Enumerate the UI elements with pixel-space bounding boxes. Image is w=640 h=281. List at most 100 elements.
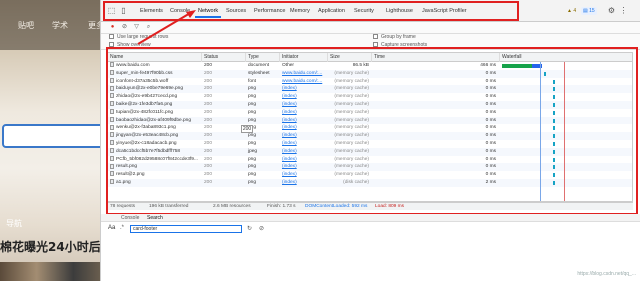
cell-initiator[interactable]: (index) [280, 171, 328, 179]
cell-initiator[interactable]: (index) [280, 93, 328, 101]
table-row[interactable]: wenku@2x-f3aba893c1.png200png(index)(mem… [108, 124, 632, 132]
tab-console[interactable]: Console [167, 5, 193, 18]
regex-icon[interactable]: .* [120, 225, 124, 231]
tab-performance[interactable]: Performance [251, 5, 289, 18]
tab-memory[interactable]: Memory [287, 5, 313, 18]
table-row[interactable]: result@2.png 200 png (index) (memory cache) 0… [108, 171, 632, 179]
cell-status-text: 200 [204, 109, 213, 115]
tab-network[interactable]: Network [195, 5, 222, 18]
tab-security[interactable]: Security [351, 5, 377, 18]
cell-name: tupian@2x-482fc011fc.png [108, 109, 202, 117]
cell-initiator-text: (index) [282, 141, 297, 146]
column-size[interactable]: Size [328, 53, 372, 62]
more-options-icon[interactable]: ⋮ [619, 6, 628, 15]
cell-name-text: PCfb_5bf082d29588c07f842ccde3f9... [116, 156, 198, 162]
cell-initiator[interactable]: (index) [280, 101, 328, 109]
cell-time-text: 0 ms [485, 109, 496, 115]
column-type[interactable]: Type [246, 53, 280, 62]
tab-javascript-profiler[interactable]: JavaScript Profiler [419, 5, 470, 18]
filter-icon[interactable]: ▽ [133, 24, 140, 31]
inspect-element-icon[interactable]: ⬚ [107, 6, 116, 15]
table-row[interactable]: zhidao@2x-e9b427cecd.png 200 png (index) (me… [108, 93, 632, 101]
search-icon[interactable]: ⌕ [145, 24, 152, 31]
waterfall-dcl-line [540, 62, 541, 201]
column-waterfall[interactable]: Waterfall [500, 53, 632, 62]
table-row[interactable]: super_min-fe497f90bb.css 200 stylesheet www… [108, 69, 632, 78]
column-name[interactable]: Name [108, 53, 202, 62]
table-row[interactable]: baike@2x-1fe3db7fa6.png 200 png (index) (mem… [108, 101, 632, 109]
clear-icon[interactable]: ⊘ [121, 24, 128, 31]
cell-size: (disk cache) [328, 179, 372, 187]
table-row[interactable]: iconfont-d37a35c5b.woff 200 font www.baidu.… [108, 77, 632, 86]
cell-status-text: 200 [204, 125, 213, 131]
warnings-badge[interactable]: ▲ 4 [565, 7, 578, 15]
cell-initiator[interactable]: (index) [280, 179, 328, 187]
webpage-guide-label[interactable]: 导航 [6, 218, 22, 229]
file-type-icon [110, 163, 114, 169]
column-status[interactable]: Status [202, 53, 246, 62]
cell-type: png [246, 179, 280, 187]
waterfall-bar [553, 79, 555, 84]
cell-initiator[interactable]: (index) [280, 109, 328, 117]
cell-type: png [246, 163, 280, 171]
network-status-bar: 78 requests 196 kB transferred 2.6 MB re… [107, 202, 633, 210]
nav-item-tieba[interactable]: 贴吧 [18, 20, 34, 31]
cell-size: (memory cache) [328, 132, 372, 140]
file-type-icon [110, 62, 114, 68]
column-time[interactable]: Time [372, 53, 500, 62]
table-row[interactable]: PCfb_5bf082d29588c07f842ccde3f9... 200 png… [108, 155, 632, 164]
cell-initiator-text: www.baidu.com/:... [282, 70, 323, 76]
cell-initiator[interactable]: (index) [280, 148, 328, 156]
search-input[interactable]: card-footer [130, 225, 242, 233]
cell-initiator[interactable]: www.baidu.com/:... [280, 78, 328, 86]
cell-initiator[interactable]: (index) [280, 132, 328, 140]
table-row[interactable]: baiduyun@2x-e0be79e69e.png 200 png (index) (… [108, 85, 632, 94]
cell-initiator[interactable]: (index) [280, 156, 328, 164]
settings-gear-icon[interactable]: ⚙ [607, 6, 616, 15]
webpage-search-input[interactable] [2, 124, 106, 148]
cell-initiator[interactable]: (index) [280, 163, 328, 171]
table-row[interactable]: yinyue@2x-c18adacacb.png 200 png (index) (me… [108, 140, 632, 148]
table-row[interactable]: www.baidu.com 200 document Other 86.5 kB 466 … [108, 62, 632, 70]
cell-time-text: 0 ms [485, 148, 496, 154]
nav-item-xueshu[interactable]: 学术 [52, 20, 68, 31]
table-row[interactable]: jingyan@2x-e53eac48cb.png 200 png (index) (m… [108, 132, 632, 140]
show-overview-checkbox[interactable]: Show overview [109, 42, 151, 48]
cell-time: 0 ms [372, 93, 500, 101]
table-row[interactable]: result.png 200 png (index) (memory cache) 0 m… [108, 163, 632, 172]
group-by-frame-checkbox[interactable]: Group by frame [373, 34, 416, 40]
tab-application[interactable]: Application [315, 5, 348, 18]
cell-initiator[interactable]: (index) [280, 140, 328, 148]
clear-search-icon[interactable]: ⊘ [259, 225, 264, 232]
cell-initiator[interactable]: (index) [280, 117, 328, 125]
cell-initiator[interactable]: (index) [280, 124, 328, 132]
device-toolbar-icon[interactable]: ▯ [119, 6, 128, 15]
tab-lighthouse[interactable]: Lighthouse [383, 5, 416, 18]
waterfall-bar [553, 165, 555, 170]
column-initiator[interactable]: Initiator [280, 53, 328, 62]
cell-status: 200 [202, 171, 246, 179]
table-row[interactable]: a1.png 200 png (index) (disk cache) 2 ms [108, 179, 632, 187]
webpage-thumbnails [0, 262, 110, 281]
table-row[interactable]: baobaozhidao@2x-af409f9dbe.png 200 png (ind… [108, 116, 632, 125]
cell-initiator[interactable]: www.baidu.com/:... [280, 70, 328, 78]
tab-elements[interactable]: Elements [137, 5, 166, 18]
table-row[interactable]: tupian@2x-482fc011fc.png 200 png (index) (me… [108, 109, 632, 117]
waterfall-bar [553, 87, 555, 92]
tab-sources[interactable]: Sources [223, 5, 249, 18]
match-case-toggle[interactable]: Aa [108, 225, 115, 231]
drawer-tab-console[interactable]: Console [121, 214, 139, 222]
messages-badge[interactable]: ▤ 15 [581, 7, 597, 15]
refresh-icon[interactable]: ↻ [247, 225, 252, 232]
capture-screenshots-checkbox[interactable]: Capture screenshots [373, 42, 427, 48]
cell-initiator[interactable]: Other [280, 62, 328, 70]
use-large-rows-checkbox[interactable]: Use large request rows [109, 34, 168, 40]
use-large-rows-label: Use large request rows [117, 34, 169, 40]
drawer-tabbar: Console Search [101, 214, 640, 222]
table-row[interactable]: dca5c1bdccf5b7e7f5dbdfff758 200 jpeg (index… [108, 147, 632, 156]
cell-status: 200 [202, 163, 246, 171]
cell-initiator[interactable]: (index) [280, 85, 328, 93]
record-icon[interactable]: ● [109, 24, 116, 31]
webpage-headline[interactable]: 棉花曝光24小时后 [0, 238, 101, 255]
drawer-tab-search[interactable]: Search [147, 214, 163, 222]
